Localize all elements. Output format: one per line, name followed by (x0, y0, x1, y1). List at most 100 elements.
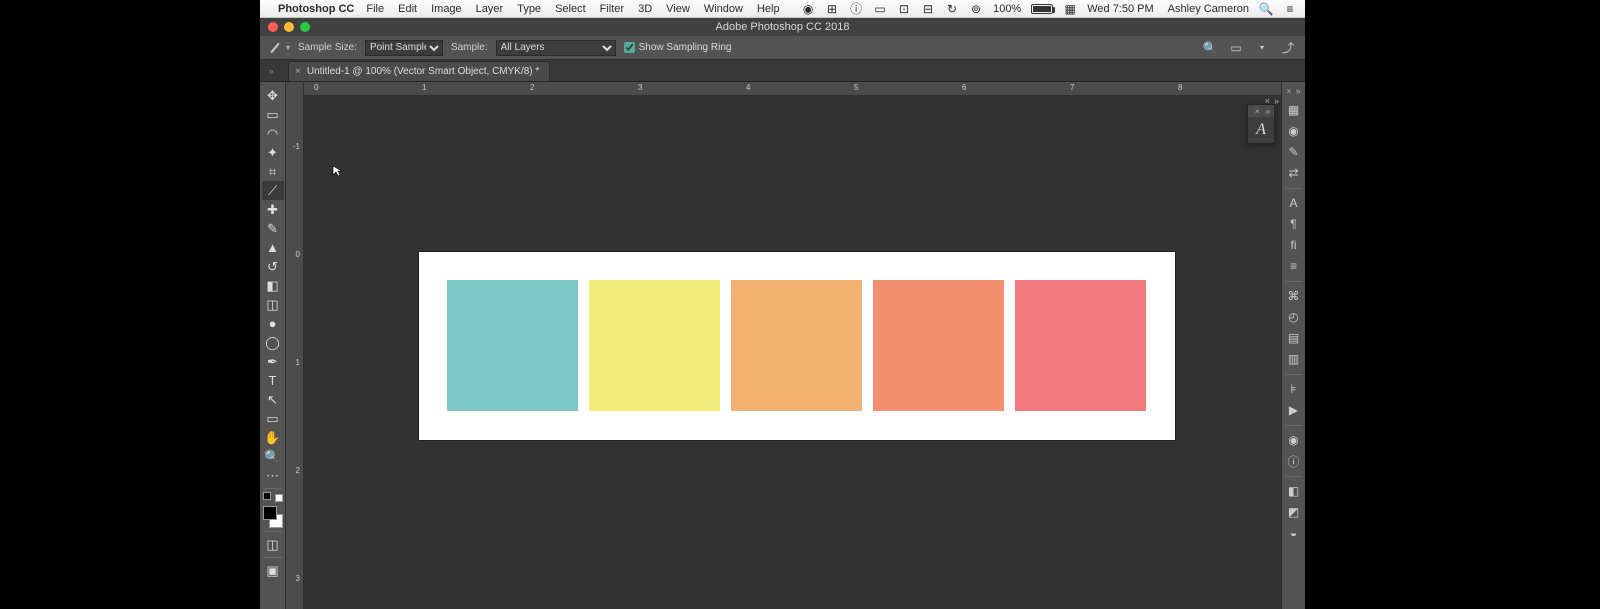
foreground-color[interactable] (263, 506, 277, 520)
menu-file[interactable]: File (366, 3, 384, 15)
dock-close-icon[interactable]: × (1286, 86, 1291, 96)
wifi-icon[interactable]: ⊚ (969, 3, 983, 15)
status-icon-4[interactable]: ⊟ (921, 3, 935, 15)
dropbox-icon[interactable]: ⊞ (825, 3, 839, 15)
move-tool[interactable]: ✥ (262, 86, 284, 105)
ruler-vertical[interactable]: -10123 (286, 82, 304, 609)
status-icon-3[interactable]: ⊡ (897, 3, 911, 15)
control-center-icon[interactable]: ▦ (1063, 3, 1077, 15)
spotlight-icon[interactable]: 🔍 (1259, 3, 1273, 15)
visibility-panel[interactable]: ◉ (1284, 430, 1304, 450)
quick-select-tool[interactable]: ✦ (262, 143, 284, 162)
palette-swatch-5[interactable] (1015, 280, 1146, 411)
eraser-tool[interactable]: ◧ (262, 276, 284, 295)
crop-tool[interactable]: ⌗ (262, 162, 284, 181)
sample-size-select[interactable]: Point Sample (365, 40, 443, 56)
shape-tool[interactable]: ▭ (262, 409, 284, 428)
menu-select[interactable]: Select (555, 3, 586, 15)
history-panel[interactable]: ◴ (1284, 307, 1304, 327)
menu-help[interactable]: Help (757, 3, 780, 15)
time-machine-icon[interactable]: ↻ (945, 3, 959, 15)
menu-window[interactable]: Window (704, 3, 743, 15)
canvas-close-icon[interactable]: × (1265, 96, 1270, 106)
toolbar-toggle-icon[interactable]: » (260, 60, 282, 82)
gradient-tool[interactable]: ◫ (262, 295, 284, 314)
path-select-tool[interactable]: ↖ (262, 390, 284, 409)
status-icon-1[interactable]: ⓘ (849, 3, 863, 15)
blur-tool[interactable]: ● (262, 314, 284, 333)
type-tool[interactable]: T (262, 371, 284, 390)
character-panel-icon[interactable]: A (1256, 121, 1266, 139)
character-panel[interactable]: A (1284, 193, 1304, 213)
tab-close-icon[interactable]: × (295, 66, 301, 77)
ruler-horizontal[interactable]: -1012345678 (304, 82, 1281, 96)
color-panel[interactable]: ◉ (1284, 121, 1304, 141)
menu-layer[interactable]: Layer (476, 3, 504, 15)
collapsed-panel[interactable]: × » A (1247, 104, 1275, 144)
color-swatch[interactable] (263, 506, 283, 528)
window-close-button[interactable] (268, 22, 278, 32)
actions-panel[interactable]: ▶ (1284, 400, 1304, 420)
artboard[interactable] (419, 252, 1175, 440)
a-panel[interactable]: ⌘ (1284, 286, 1304, 306)
document-tab[interactable]: × Untitled-1 @ 100% (Vector Smart Object… (288, 61, 550, 81)
app-menu[interactable]: Photoshop CC (278, 3, 354, 15)
clone-stamp-tool[interactable]: ▲ (262, 238, 284, 257)
lasso-tool[interactable]: ◠ (262, 124, 284, 143)
menu-type[interactable]: Type (517, 3, 541, 15)
align-panel[interactable]: ≡ (1284, 256, 1304, 276)
quick-mask-icon[interactable]: ◫ (262, 535, 284, 554)
libraries-panel[interactable]: ▦ (1284, 100, 1304, 120)
menu-filter[interactable]: Filter (600, 3, 624, 15)
notification-center-icon[interactable]: ≡ (1283, 3, 1297, 15)
document-panel[interactable]: ▤ (1284, 328, 1304, 348)
pen-tool[interactable]: ✒ (262, 352, 284, 371)
healing-tool[interactable]: ✚ (262, 200, 284, 219)
panel-collapse-icon[interactable]: » (1266, 107, 1270, 116)
show-ring-checkbox-wrap[interactable]: Show Sampling Ring (624, 42, 732, 53)
zoom-tool[interactable]: 🔍 (262, 447, 284, 466)
menu-view[interactable]: View (666, 3, 690, 15)
canvas-area[interactable]: -1012345678 ×» ×» A (304, 82, 1281, 609)
search-icon[interactable]: 🔍 (1201, 40, 1219, 56)
window-maximize-button[interactable] (300, 22, 310, 32)
palette-swatch-3[interactable] (731, 280, 862, 411)
menu-3d[interactable]: 3D (638, 3, 652, 15)
status-icon-2[interactable]: ▭ (873, 3, 887, 15)
properties-panel[interactable]: ⓘ (1284, 451, 1304, 471)
dodge-tool[interactable]: ◯ (262, 333, 284, 352)
measure-panel[interactable]: ⊧ (1284, 379, 1304, 399)
menu-edit[interactable]: Edit (398, 3, 417, 15)
marquee-tool[interactable]: ▭ (262, 105, 284, 124)
hand-tool[interactable]: ✋ (262, 428, 284, 447)
info-panel[interactable]: ▥ (1284, 349, 1304, 369)
layers-panel[interactable]: ◧ (1284, 481, 1304, 501)
show-ring-checkbox[interactable] (624, 42, 635, 53)
palette-swatch-4[interactable] (873, 280, 1004, 411)
sample-select[interactable]: All Layers (496, 40, 616, 56)
panel-close-icon[interactable]: × (1255, 107, 1260, 116)
screen-mode-icon[interactable]: ▣ (262, 561, 284, 580)
menubar-clock[interactable]: Wed 7:50 PM (1087, 3, 1153, 15)
brush-tool[interactable]: ✎ (262, 219, 284, 238)
history-brush-tool[interactable]: ↺ (262, 257, 284, 276)
more-tools[interactable]: ⋯ (262, 466, 284, 485)
tool-preset-chevron-icon[interactable]: ▾ (286, 43, 290, 52)
arrange-documents-icon[interactable]: ▭ (1227, 40, 1245, 56)
palette-swatch-2[interactable] (589, 280, 720, 411)
swatches-panel[interactable]: ✎ (1284, 142, 1304, 162)
window-minimize-button[interactable] (284, 22, 294, 32)
arrange-chevron-icon[interactable]: ▾ (1253, 40, 1271, 56)
eyedropper-tool[interactable]: ⟋ (262, 181, 284, 200)
share-icon[interactable]: ⤴ (1279, 40, 1297, 56)
battery-icon[interactable] (1031, 4, 1053, 14)
paragraph-panel[interactable]: ¶ (1284, 214, 1304, 234)
channels-panel[interactable]: ◩ (1284, 502, 1304, 522)
paths-panel[interactable]: ◒ (1284, 523, 1304, 543)
menu-image[interactable]: Image (431, 3, 462, 15)
menubar-user[interactable]: Ashley Cameron (1168, 3, 1249, 15)
current-tool-icon[interactable] (268, 41, 282, 55)
glyphs-panel[interactable]: fi (1284, 235, 1304, 255)
canvas-collapse-icon[interactable]: » (1274, 96, 1279, 106)
adjustments-panel[interactable]: ⇄ (1284, 163, 1304, 183)
